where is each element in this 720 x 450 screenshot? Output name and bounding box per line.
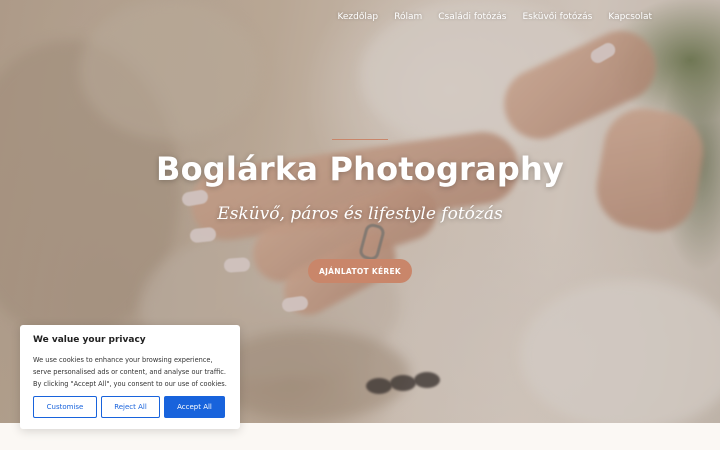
nav-item-contact[interactable]: Kapcsolat <box>608 12 652 22</box>
reject-all-cookies-button[interactable]: Reject All <box>101 396 160 418</box>
cookie-banner-text: We use cookies to enhance your browsing … <box>33 356 227 388</box>
main-nav: Kezdőlap Rólam Családi fotózás Esküvői f… <box>337 12 652 22</box>
cookie-banner-actions: Customise Reject All Accept All <box>33 396 227 418</box>
cookie-consent-banner: We value your privacy We use cookies to … <box>20 325 240 429</box>
nav-item-home[interactable]: Kezdőlap <box>337 12 378 22</box>
customise-cookies-button[interactable]: Customise <box>33 396 97 418</box>
request-quote-button[interactable]: AJÁNLATOT KÉREK <box>308 259 412 283</box>
nav-item-family-photo[interactable]: Családi fotózás <box>438 12 506 22</box>
cookie-banner-title: We value your privacy <box>33 335 146 345</box>
page: Kezdőlap Rólam Családi fotózás Esküvői f… <box>0 0 720 450</box>
nav-item-wedding-photo[interactable]: Esküvői fotózás <box>522 12 592 22</box>
hero-title: Boglárka Photography <box>156 150 564 188</box>
hero-subtitle: Esküvő, páros és lifestyle fotózás <box>217 204 503 224</box>
nav-item-about[interactable]: Rólam <box>394 12 422 22</box>
title-accent-divider <box>332 139 388 140</box>
accept-all-cookies-button[interactable]: Accept All <box>164 396 225 418</box>
